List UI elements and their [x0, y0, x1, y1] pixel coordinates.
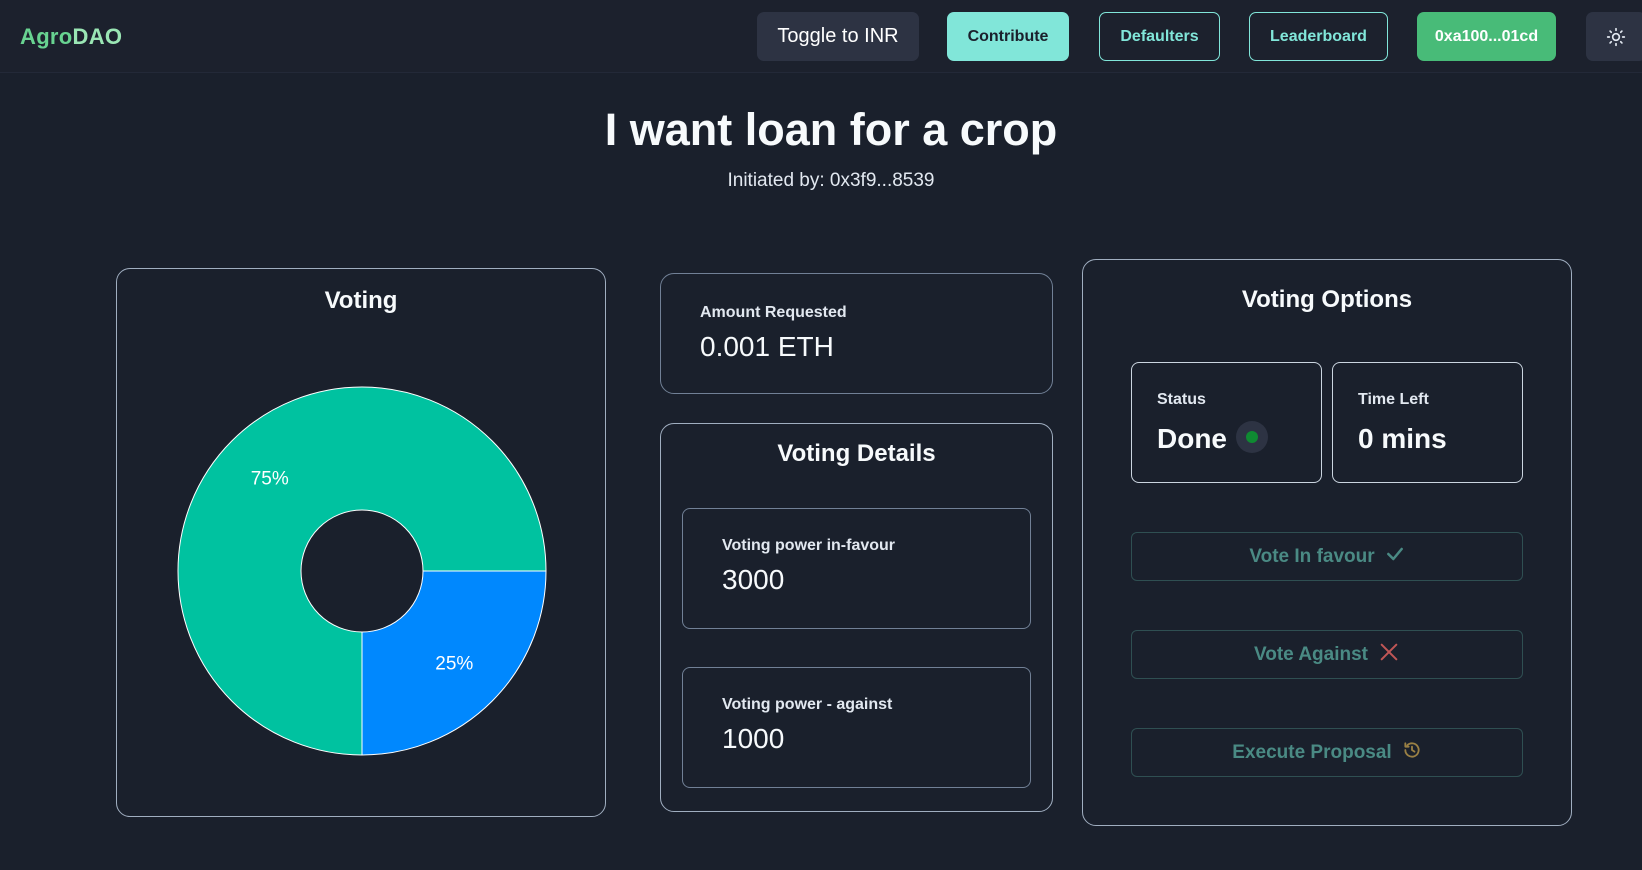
voting-power-infavour-box: Voting power in-favour 3000	[682, 508, 1031, 629]
voting-options-title: Voting Options	[1241, 286, 1413, 313]
toggle-currency-button[interactable]: Toggle to INR	[757, 12, 919, 61]
amount-requested-value: 0.001 ETH	[700, 331, 834, 362]
vote-against-label: Vote Against	[1253, 643, 1368, 665]
wallet-address-button[interactable]: 0xa100...01cd	[1417, 12, 1556, 61]
time-left-label: Time Left	[1358, 391, 1429, 408]
status-value: Done	[1157, 423, 1227, 454]
pie-label-in-favour: 75%	[251, 469, 289, 490]
logo-part-dao: DAO	[72, 24, 123, 49]
amount-requested-label: Amount Requested	[700, 304, 847, 321]
vote-in-favour-label: Vote In favour	[1249, 545, 1375, 567]
voting-power-infavour-value: 3000	[722, 564, 785, 595]
voting-details-card: Voting Details Voting power in-favour 30…	[660, 423, 1053, 812]
voting-chart-card: Voting 75% 25%	[116, 268, 606, 817]
execute-proposal-label: Execute Proposal	[1232, 741, 1392, 763]
close-icon	[1378, 641, 1400, 669]
defaulters-button[interactable]: Defaulters	[1099, 12, 1220, 61]
status-box: Status Done	[1131, 362, 1322, 483]
voting-power-against-label: Voting power - against	[722, 696, 893, 713]
pie-label-against: 25%	[435, 653, 473, 674]
contribute-button[interactable]: Contribute	[947, 12, 1069, 61]
initiator-text: Initiated by: 0x3f9...8539	[727, 170, 935, 191]
status-label: Status	[1157, 391, 1206, 408]
vote-against-button[interactable]: Vote Against	[1131, 630, 1523, 679]
checkmark-icon	[1385, 544, 1405, 570]
voting-donut-chart: 75% 25%	[177, 386, 547, 756]
page-title: I want loan for a crop	[604, 104, 1058, 155]
theme-toggle-button[interactable]	[1586, 12, 1642, 61]
voting-details-title: Voting Details	[777, 440, 936, 467]
history-icon	[1402, 740, 1422, 766]
leaderboard-button[interactable]: Leaderboard	[1249, 12, 1388, 61]
voting-options-card: Voting Options Status Done Time Left 0 m…	[1082, 259, 1572, 826]
time-left-value: 0 mins	[1358, 423, 1447, 454]
voting-power-against-value: 1000	[722, 723, 785, 754]
amount-requested-card: Amount Requested 0.001 ETH	[660, 273, 1053, 394]
logo[interactable]: AgroDAO	[20, 24, 122, 50]
vote-in-favour-button[interactable]: Vote In favour	[1131, 532, 1523, 581]
status-indicator-icon	[1236, 421, 1268, 453]
voting-power-infavour-label: Voting power in-favour	[722, 537, 896, 554]
execute-proposal-button[interactable]: Execute Proposal	[1131, 728, 1523, 777]
voting-power-against-box: Voting power - against 1000	[682, 667, 1031, 788]
logo-part-agro: Agro	[20, 24, 73, 49]
time-left-box: Time Left 0 mins	[1332, 362, 1523, 483]
navbar: AgroDAO Toggle to INR Contribute Default…	[0, 0, 1642, 73]
sun-icon	[1606, 27, 1626, 46]
